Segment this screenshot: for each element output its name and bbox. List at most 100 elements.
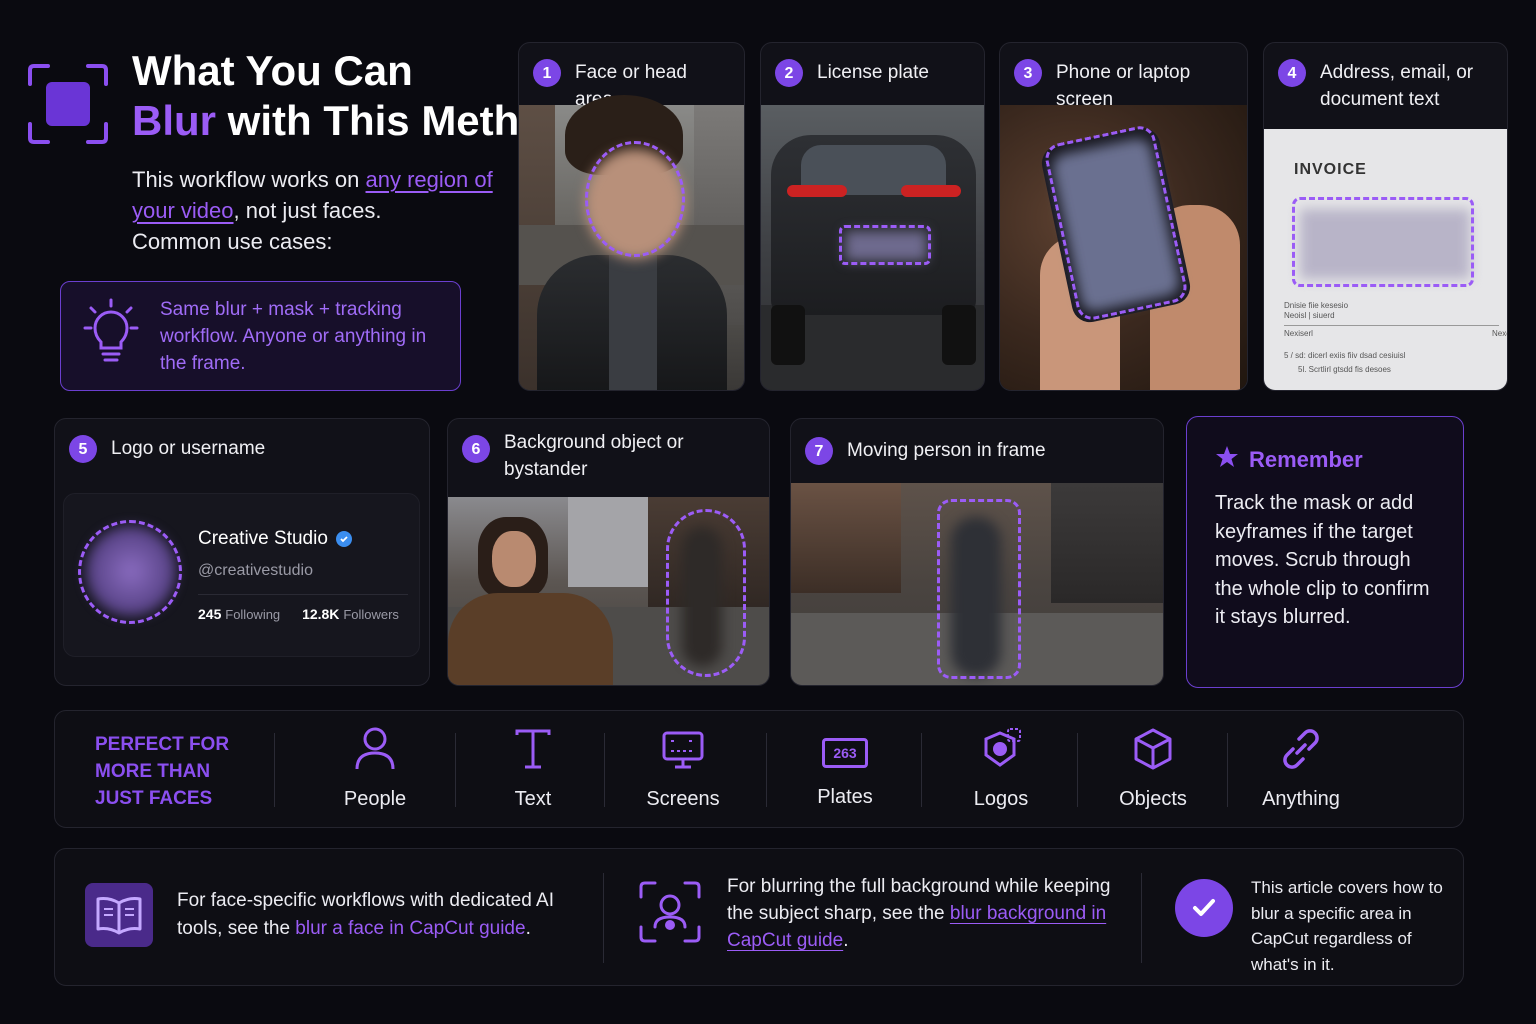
crosswalk-photo (791, 483, 1163, 685)
plate-mask-outline (839, 225, 931, 265)
book-icon (85, 883, 153, 947)
card-3-header: 3 Phone or laptop screen (1000, 43, 1247, 113)
footer-col-3: This article covers how to blur a specif… (1251, 878, 1443, 974)
card-4-header: 4 Address, email, or document text (1264, 43, 1507, 113)
plate-icon-text: 263 (833, 744, 857, 761)
face-photo (519, 95, 744, 390)
street-photo (448, 497, 769, 685)
card-6-label: Background object or bystander (504, 432, 684, 480)
use-case-screens-label: Screens (646, 788, 720, 810)
following-label: Following (225, 607, 281, 622)
card-7-number: 7 (805, 437, 833, 465)
use-case-objects-label: Objects (1119, 788, 1187, 810)
footer-col-2: For blurring the full background while k… (727, 873, 1127, 954)
use-case-screens: Screens (623, 711, 743, 827)
desc-after: , not just faces. (233, 198, 382, 223)
bystander-mask-outline (666, 509, 746, 677)
tip-text: Same blur + mask + tracking workflow. An… (160, 299, 427, 374)
card-2-label: License plate (817, 62, 929, 83)
blur-face-guide-link[interactable]: blur a face in CapCut guide (295, 918, 525, 939)
remember-box: Remember Track the mask or add keyframes… (1186, 416, 1464, 688)
use-case-plates-label: Plates (817, 785, 873, 808)
following-count: 245 (198, 606, 222, 622)
avatar-mask-outline (78, 520, 182, 624)
card-logo-username: 5 Logo or username Creative Studio @crea… (54, 418, 430, 686)
title-blur-word: Blur (132, 97, 216, 144)
use-case-text: Text (473, 711, 593, 827)
use-case-objects: Objects (1093, 711, 1213, 827)
invoice-line-3: Nexiserl (1284, 329, 1313, 338)
card-2-number: 2 (775, 59, 803, 87)
card-7-header: 7 Moving person in frame (791, 419, 1163, 465)
invoice-line-2: Neoisl | siuerd (1284, 311, 1335, 320)
card-7-label: Moving person in frame (847, 440, 1046, 461)
screen-icon (661, 727, 705, 776)
verified-badge-icon (335, 531, 352, 547)
card-face: 1 Face or head area (518, 42, 745, 391)
car-photo (761, 105, 984, 390)
invoice-photo: INVOICE Dnisie fiie kesesio Neoisl | siu… (1264, 129, 1507, 390)
check-circle-icon (1175, 879, 1233, 937)
logo-icon (978, 727, 1024, 776)
link-icon (1279, 727, 1323, 776)
footer-col-1: For face-specific workflows with dedicat… (177, 887, 577, 943)
title-line-1: What You Can (132, 47, 413, 94)
page-description: This workflow works on any region of you… (132, 164, 502, 257)
card-phone-screen: 3 Phone or laptop screen (999, 42, 1248, 391)
invoice-line-5: 5 / sd: dicerl exiis fiiv dsad cesiuisl (1284, 351, 1406, 360)
use-case-anything-label: Anything (1262, 788, 1340, 810)
card-4-label: Address, email, or document text (1320, 62, 1474, 110)
remember-text: Track the mask or add keyframes if the t… (1215, 492, 1430, 628)
footer-col-2-end: . (843, 930, 849, 951)
focus-frame-icon (28, 64, 108, 144)
face-scan-icon (639, 881, 701, 948)
card-5-header: 5 Logo or username (55, 419, 429, 463)
cube-icon (1131, 727, 1175, 776)
card-5-number: 5 (69, 435, 97, 463)
person-icon (355, 727, 395, 776)
title-line-2: Blur with This Method (132, 96, 571, 146)
desc-before: This workflow works on (132, 167, 366, 192)
phone-photo (1000, 105, 1247, 390)
tip-box: Same blur + mask + tracking workflow. An… (60, 281, 461, 391)
moving-person-mask-outline (937, 499, 1021, 679)
footer-col-1-end: . (525, 918, 531, 939)
lightbulb-icon (83, 298, 139, 373)
remember-title: Remember (1249, 446, 1363, 472)
use-case-logos-label: Logos (973, 788, 1029, 810)
followers-count: 12.8K (302, 606, 340, 622)
card-6-number: 6 (462, 435, 490, 463)
page-title: What You Can Blur with This Method (132, 46, 571, 146)
card-license-plate: 2 License plate (760, 42, 985, 391)
profile-card: Creative Studio @creativestudio 245 Foll… (63, 493, 420, 657)
followers-label: Followers (343, 607, 399, 622)
card-5-label: Logo or username (111, 438, 266, 459)
face-mask-outline (585, 141, 685, 257)
desc-line-3: Common use cases: (132, 229, 333, 254)
profile-handle: @creativestudio (198, 562, 313, 579)
use-case-strip: PERFECT FOR MORE THAN JUST FACES People … (54, 710, 1464, 828)
card-bystander: 6 Background object or bystander (447, 418, 770, 686)
invoice-title: INVOICE (1294, 161, 1367, 178)
remember-header: Remember (1215, 445, 1363, 474)
card-3-number: 3 (1014, 59, 1042, 87)
star-icon (1215, 445, 1239, 474)
text-icon (513, 727, 553, 776)
card-1-number: 1 (533, 59, 561, 87)
use-case-people-label: People (343, 788, 407, 810)
card-moving-person: 7 Moving person in frame (790, 418, 1164, 686)
text-mask-outline (1292, 197, 1474, 287)
profile-stats: 245 Following 12.8K Followers (198, 606, 399, 622)
use-case-text-label: Text (514, 788, 552, 810)
strip-heading: PERFECT FOR MORE THAN JUST FACES (95, 734, 230, 809)
plate-icon: 263 (822, 737, 868, 768)
use-case-anything: Anything (1241, 711, 1361, 827)
invoice-line-1: Dnisie fiie kesesio (1284, 301, 1349, 310)
profile-name: Creative Studio (198, 528, 328, 549)
invoice-line-4: Nexe (1492, 329, 1507, 338)
card-document-text: 4 Address, email, or document text INVOI… (1263, 42, 1508, 391)
use-case-people: People (315, 711, 435, 827)
card-2-header: 2 License plate (761, 43, 984, 87)
footer-box: For face-specific workflows with dedicat… (54, 848, 1464, 986)
card-4-number: 4 (1278, 59, 1306, 87)
